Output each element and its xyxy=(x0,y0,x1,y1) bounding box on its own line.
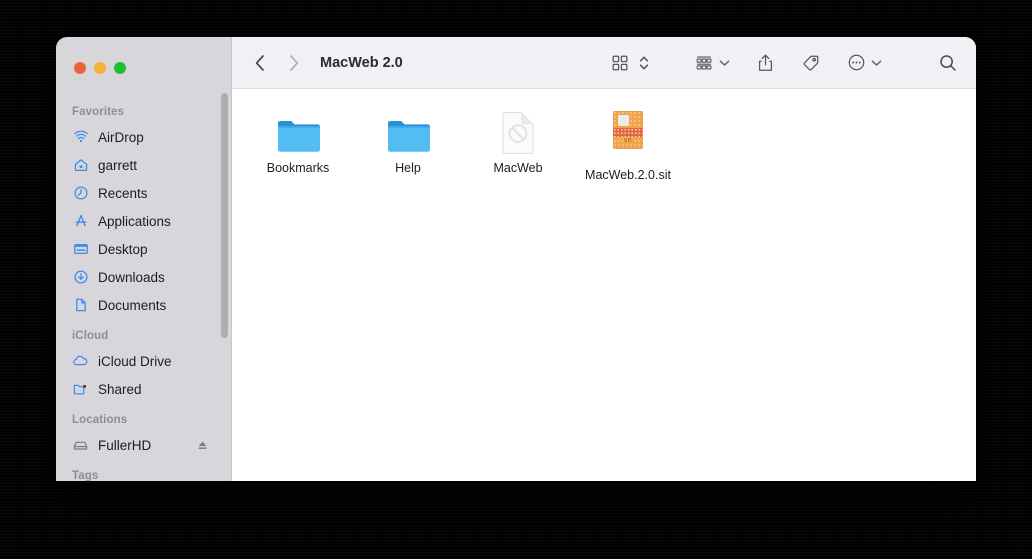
document-icon xyxy=(72,297,89,314)
sidebar-scrollbar[interactable] xyxy=(221,93,228,338)
icon-view-grid-icon[interactable] xyxy=(611,48,629,78)
finder-window: Favorites AirDrop garrett Recents Applic… xyxy=(56,37,976,481)
sidebar-item-label: Recents xyxy=(98,185,148,201)
chevron-up-down-icon[interactable] xyxy=(638,48,650,78)
sidebar-item-label: iCloud Drive xyxy=(98,353,172,369)
desktop-icon xyxy=(72,241,89,258)
chevron-down-icon[interactable] xyxy=(719,59,730,67)
sidebar-item-label: Desktop xyxy=(98,241,148,257)
search-icon[interactable] xyxy=(938,48,958,78)
sidebar-item-applications[interactable]: Applications xyxy=(56,207,231,235)
sidebar-item-label: FullerHD xyxy=(98,437,152,453)
sidebar-item-icloud-drive[interactable]: iCloud Drive xyxy=(56,347,231,375)
view-controls xyxy=(611,48,650,78)
sidebar-section-locations: Locations xyxy=(72,414,128,426)
applications-icon xyxy=(72,213,89,230)
sidebar-item-label: Applications xyxy=(98,213,171,229)
content-pane: MacWeb 2.0 Bookmarks Help MacWeb sit Mac… xyxy=(232,37,976,481)
forward-button[interactable] xyxy=(284,48,304,78)
folder-icon xyxy=(276,105,320,155)
toolbar: MacWeb 2.0 xyxy=(232,37,976,89)
downloads-icon xyxy=(72,269,89,286)
close-button[interactable] xyxy=(74,62,86,74)
file-name: MacWeb.2.0.sit xyxy=(585,168,671,182)
minimize-button[interactable] xyxy=(94,62,106,74)
sidebar-item-garrett[interactable]: garrett xyxy=(56,151,231,179)
sidebar-item-label: Documents xyxy=(98,297,167,313)
more-circle-icon[interactable] xyxy=(847,48,866,78)
chevron-down-icon[interactable] xyxy=(871,59,882,67)
file-name: Help xyxy=(395,161,421,175)
group-by-list-icon[interactable] xyxy=(694,48,714,78)
file-name: MacWeb xyxy=(493,161,543,175)
folder-icon xyxy=(386,105,430,155)
sidebar-section-icloud: iCloud xyxy=(72,330,109,342)
file-item-macweb-sit[interactable]: sit MacWeb.2.0.sit xyxy=(576,105,680,184)
sidebar-item-downloads[interactable]: Downloads xyxy=(56,263,231,291)
sidebar-item-label: Shared xyxy=(98,381,142,397)
harddrive-icon xyxy=(72,437,89,454)
clock-icon xyxy=(72,185,89,202)
airdrop-icon xyxy=(72,129,89,146)
back-button[interactable] xyxy=(250,48,270,78)
file-name: Bookmarks xyxy=(266,161,330,175)
sidebar-section-tags: Tags xyxy=(72,470,99,481)
sidebar-item-label: AirDrop xyxy=(98,129,144,145)
window-title: MacWeb 2.0 xyxy=(320,54,403,71)
group-by-control[interactable] xyxy=(694,48,730,78)
sidebar-item-label: Downloads xyxy=(98,269,165,285)
sidebar-item-shared[interactable]: Shared xyxy=(56,375,231,403)
navigation-buttons xyxy=(250,48,304,78)
sidebar-item-documents[interactable]: Documents xyxy=(56,291,231,319)
eject-icon[interactable] xyxy=(196,439,209,452)
file-item-help[interactable]: Help xyxy=(356,105,460,177)
more-options-control[interactable] xyxy=(847,48,882,78)
tag-icon[interactable] xyxy=(801,48,821,78)
sidebar-section-favorites: Favorites xyxy=(72,106,125,118)
window-controls xyxy=(56,49,231,89)
home-icon xyxy=(72,157,89,174)
sidebar-item-fullerhd[interactable]: FullerHD xyxy=(56,431,231,459)
sidebar: Favorites AirDrop garrett Recents Applic… xyxy=(56,37,232,481)
file-grid[interactable]: Bookmarks Help MacWeb sit MacWeb.2.0.sit xyxy=(232,89,976,481)
share-icon[interactable] xyxy=(756,48,775,78)
sidebar-item-label: garrett xyxy=(98,157,138,173)
archive-band xyxy=(613,128,643,137)
archive-page xyxy=(618,115,629,126)
archive-badge-text: sit xyxy=(624,138,632,144)
sidebar-item-airdrop[interactable]: AirDrop xyxy=(56,123,231,151)
maximize-button[interactable] xyxy=(114,62,126,74)
sidebar-item-recents[interactable]: Recents xyxy=(56,179,231,207)
shared-folder-icon xyxy=(72,381,89,398)
sidebar-item-desktop[interactable]: Desktop xyxy=(56,235,231,263)
file-item-bookmarks[interactable]: Bookmarks xyxy=(246,105,350,177)
unsupported-document-icon xyxy=(500,105,536,155)
stuffit-archive-icon: sit xyxy=(613,105,643,155)
cloud-icon xyxy=(72,353,89,370)
file-item-macweb[interactable]: MacWeb xyxy=(466,105,570,177)
